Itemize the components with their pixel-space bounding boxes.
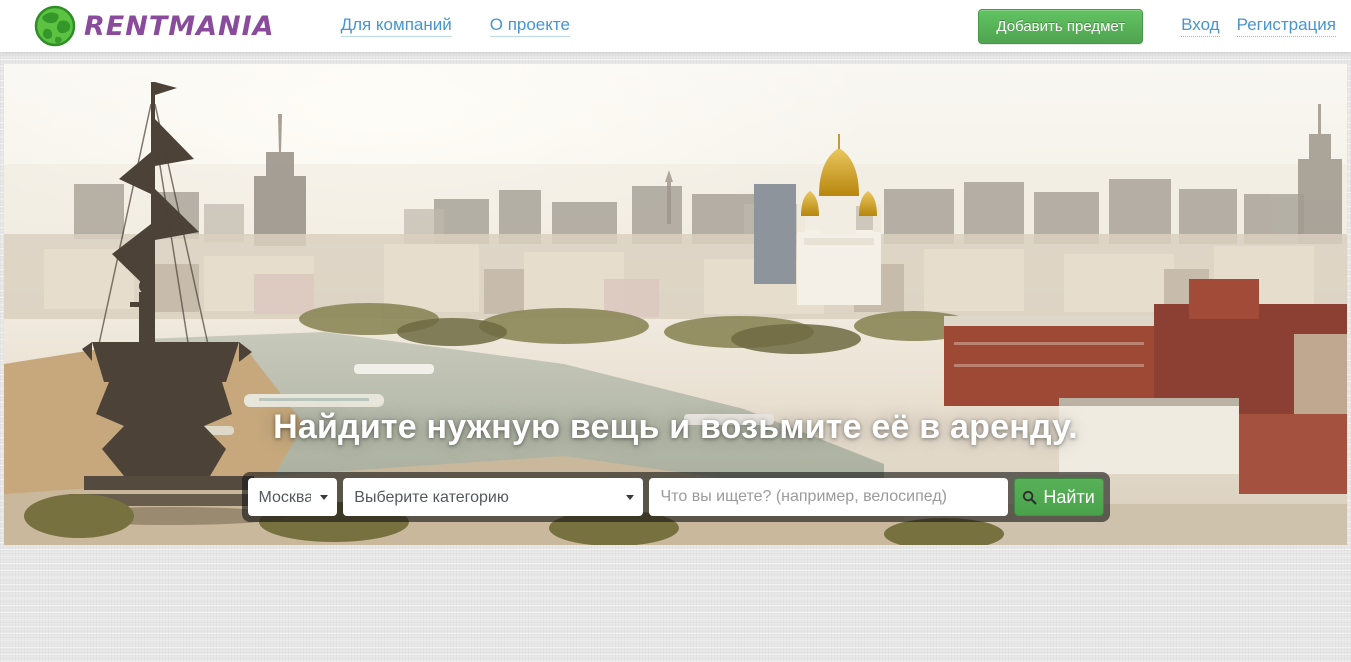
city-select[interactable]: Москва (247, 478, 338, 516)
search-button[interactable]: Найти (1013, 478, 1104, 516)
header-actions: Добавить предмет Вход Регистрация (978, 8, 1336, 44)
nav-link-about-project[interactable]: О проекте (489, 15, 570, 37)
auth-links: Вход Регистрация (1181, 15, 1336, 37)
hero-section: Найдите нужную вещь и возьмите её в арен… (4, 64, 1347, 545)
city-select-wrap: Москва (247, 478, 338, 516)
login-link[interactable]: Вход (1181, 15, 1220, 37)
category-select-wrap: Выберите категорию (343, 478, 643, 516)
add-item-button[interactable]: Добавить предмет (978, 8, 1144, 44)
main-nav: Для компаний О проекте (340, 15, 570, 37)
globe-icon (34, 5, 76, 47)
search-bar: Москва Выберите категорию Найти (241, 472, 1110, 522)
register-link[interactable]: Регистрация (1236, 15, 1336, 37)
search-icon (1023, 490, 1037, 504)
header: RENTMANIA Для компаний О проекте Добавит… (0, 0, 1351, 52)
logo-text: RENTMANIA (84, 10, 275, 42)
stalin-tower-right (1298, 104, 1342, 244)
category-select[interactable]: Выберите категорию (343, 478, 643, 516)
search-button-label: Найти (1043, 486, 1095, 507)
nav-link-for-companies[interactable]: Для компаний (340, 15, 452, 37)
logo[interactable]: RENTMANIA (34, 5, 275, 47)
hero-headline: Найдите нужную вещь и возьмите её в арен… (273, 408, 1078, 446)
search-input[interactable] (648, 478, 1008, 516)
